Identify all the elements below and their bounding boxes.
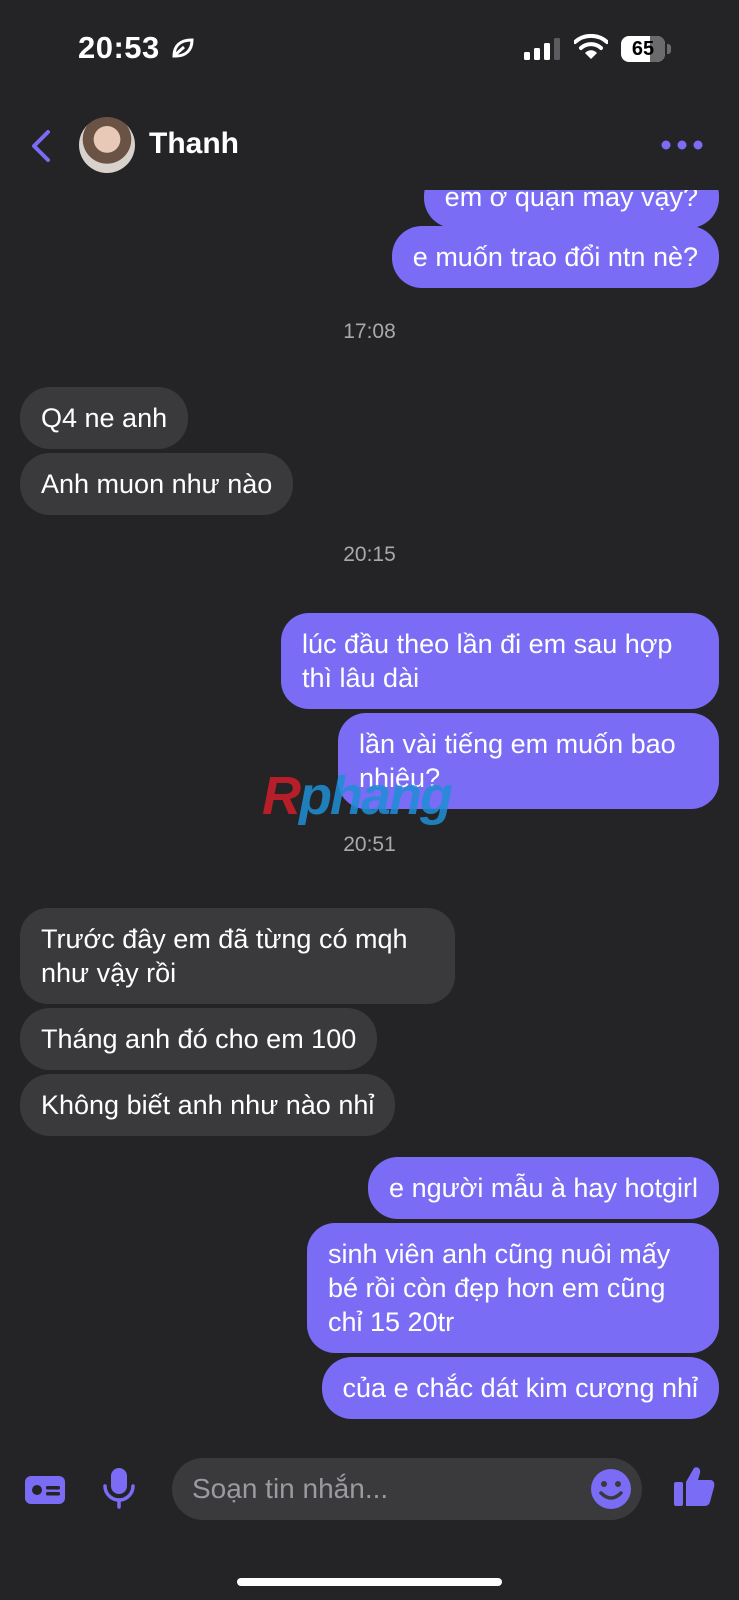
status-time: 20:53 bbox=[78, 30, 160, 65]
message-bubble-outgoing[interactable]: của e chắc dát kim cương nhỉ bbox=[321, 1357, 719, 1419]
wifi-icon bbox=[573, 33, 609, 65]
emoji-icon[interactable] bbox=[590, 1468, 632, 1515]
battery-tip bbox=[667, 44, 671, 54]
timestamp: 20:15 bbox=[343, 543, 396, 566]
status-bar: 20:53 65 bbox=[0, 0, 739, 100]
message-bubble-incoming[interactable]: Tháng anh đó cho em 100 bbox=[20, 1008, 378, 1070]
chat-header: Thanh bbox=[0, 100, 739, 190]
timestamp: 20:51 bbox=[343, 833, 396, 856]
thumbs-up-icon[interactable] bbox=[672, 1464, 716, 1513]
message-bubble-incoming[interactable]: Trước đây em đã từng có mqh như vậy rồi bbox=[20, 908, 455, 1004]
back-chevron-icon[interactable] bbox=[26, 126, 58, 166]
more-dots-icon[interactable] bbox=[660, 138, 704, 152]
watermark-logo: Rphang bbox=[262, 766, 453, 826]
message-bubble-outgoing[interactable]: sinh viên anh cũng nuôi mấy bé rồi còn đ… bbox=[307, 1223, 719, 1353]
message-bubble-incoming[interactable]: Q4 ne anh bbox=[20, 387, 189, 449]
message-list[interactable]: em ở quận mấy vậy? e muốn trao đổi ntn n… bbox=[0, 190, 739, 1450]
message-bubble-incoming[interactable]: Anh muon như nào bbox=[20, 453, 294, 515]
signal-icon bbox=[524, 38, 560, 65]
message-bubble-outgoing[interactable]: e muốn trao đổi ntn nè? bbox=[391, 226, 719, 288]
message-bubble-outgoing[interactable]: em ở quận mấy vậy? bbox=[423, 190, 719, 228]
message-input[interactable]: Soạn tin nhắn... bbox=[172, 1458, 642, 1520]
leaf-icon bbox=[172, 38, 194, 63]
home-indicator bbox=[237, 1578, 502, 1586]
message-bubble-outgoing[interactable]: lúc đầu theo lần đi em sau hợp thì lâu d… bbox=[281, 613, 719, 709]
contact-card-icon[interactable] bbox=[24, 1472, 66, 1513]
contact-name[interactable]: Thanh bbox=[149, 127, 239, 161]
message-composer: Soạn tin nhắn... bbox=[0, 1450, 739, 1600]
battery-icon: 65 bbox=[621, 36, 665, 62]
message-bubble-incoming[interactable]: Không biết anh như nào nhỉ bbox=[20, 1074, 396, 1136]
timestamp: 17:08 bbox=[343, 320, 396, 343]
avatar[interactable] bbox=[79, 117, 135, 173]
microphone-icon[interactable] bbox=[102, 1466, 136, 1515]
battery-level: 65 bbox=[631, 38, 655, 60]
message-bubble-outgoing[interactable]: e người mẫu à hay hotgirl bbox=[368, 1157, 719, 1219]
